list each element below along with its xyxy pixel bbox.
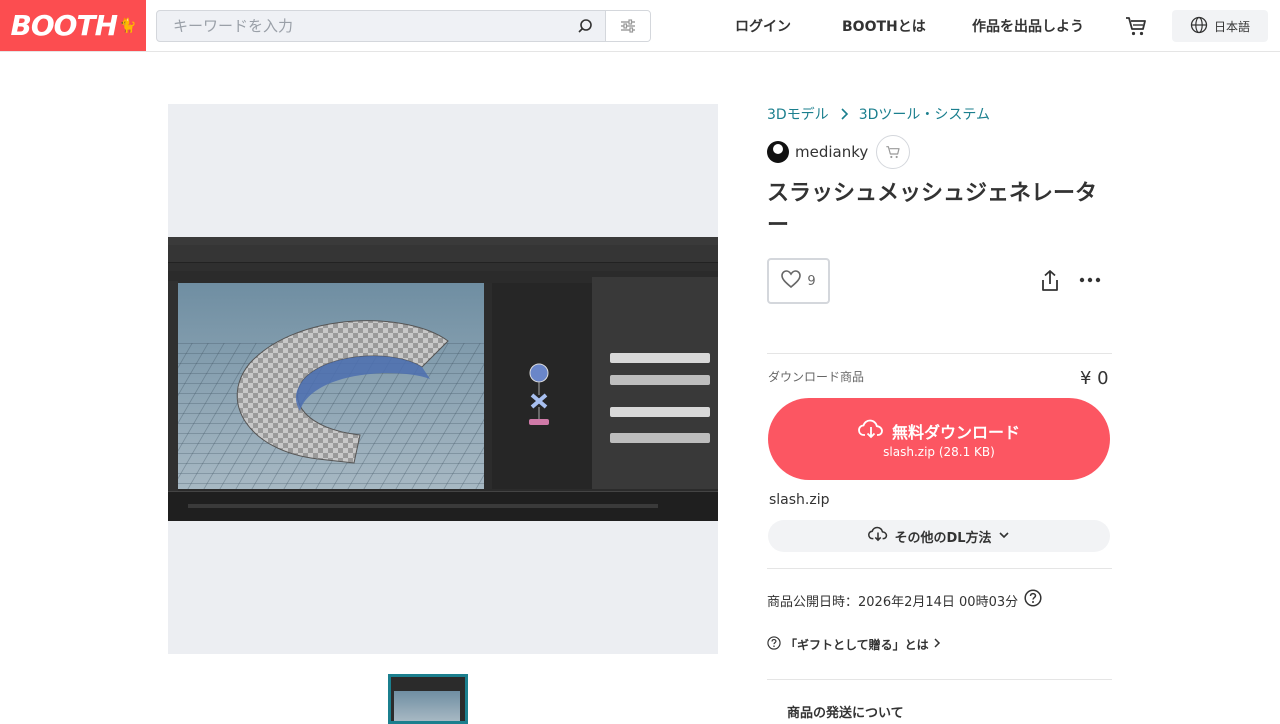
shipping-info-heading[interactable]: 商品の発送について xyxy=(787,702,904,721)
publish-date: 商品公開日時：2026年2月14日 00時03分 xyxy=(767,589,1042,611)
publish-date-text: 商品公開日時：2026年2月14日 00時03分 xyxy=(767,594,1019,610)
like-button[interactable]: 9 xyxy=(767,258,830,304)
booth-logo[interactable]: BOOTH 🐈 xyxy=(0,0,146,51)
cat-icon: 🐈 xyxy=(119,17,136,34)
product-screenshot xyxy=(168,237,718,521)
app-left-tools xyxy=(168,281,178,491)
globe-icon xyxy=(1190,16,1208,37)
cloud-download-icon xyxy=(858,419,884,443)
price: ¥ 0 xyxy=(1080,368,1109,389)
download-button-label: 無料ダウンロード xyxy=(891,423,1020,442)
divider xyxy=(767,679,1112,680)
param-field xyxy=(610,375,710,385)
cart-icon[interactable] xyxy=(1122,12,1150,40)
site-header: BOOTH🐈 ログイン BOOTHとは 作品を出品しよう 日本語 xyxy=(0,0,1280,52)
other-download-label: その他のDL方法 xyxy=(894,530,992,546)
breadcrumb: 3Dモデル 3Dツール・システム xyxy=(767,104,990,124)
about-booth-link[interactable]: BOOTHとは xyxy=(842,0,926,51)
timeline-bar xyxy=(188,504,658,508)
param-field xyxy=(610,407,710,417)
app-subtoolbar xyxy=(168,263,718,271)
divider xyxy=(767,568,1112,569)
shop-avatar[interactable] xyxy=(767,141,789,163)
ring-mesh-shape xyxy=(236,320,449,464)
search-icon[interactable] xyxy=(565,11,605,41)
gift-info-link[interactable]: 「ギフトとして贈る」とは xyxy=(767,634,941,654)
node-graph xyxy=(529,363,549,425)
app-viewport xyxy=(178,283,484,489)
download-file-info: slash.zip (28.1 KB) xyxy=(883,445,995,459)
help-icon[interactable] xyxy=(1024,589,1042,611)
thumbnail-viewport xyxy=(394,691,460,721)
chevron-down-icon xyxy=(998,529,1010,544)
free-download-button[interactable]: 無料ダウンロード slash.zip (28.1 KB) xyxy=(768,398,1110,480)
chevron-right-icon xyxy=(839,108,849,120)
app-node-network xyxy=(492,283,592,489)
app-parameters xyxy=(592,277,718,489)
app-right-tools xyxy=(484,283,492,489)
breadcrumb-item-3d-tools[interactable]: 3Dツール・システム xyxy=(859,104,990,124)
shop-name[interactable]: medianky xyxy=(795,143,868,161)
product-title: スラッシュメッシュジェネレーター xyxy=(767,181,1098,238)
product-thumbnail[interactable] xyxy=(388,674,468,724)
logo-text: BOOTH xyxy=(10,9,118,42)
language-selector[interactable]: 日本語 xyxy=(1172,10,1268,42)
share-icon[interactable] xyxy=(1038,268,1062,294)
param-field xyxy=(610,433,710,443)
sell-link[interactable]: 作品を出品しよう xyxy=(972,0,1084,51)
app-toolbar xyxy=(168,245,718,263)
app-menubar xyxy=(168,237,718,245)
login-link[interactable]: ログイン xyxy=(735,0,791,51)
product-main-image[interactable] xyxy=(168,104,718,654)
more-options-icon[interactable] xyxy=(1078,270,1102,290)
question-circle-icon xyxy=(767,635,781,653)
filter-icon[interactable] xyxy=(605,11,650,41)
shop-cart-icon[interactable] xyxy=(876,135,911,169)
shop-info: medianky xyxy=(767,135,911,169)
param-field xyxy=(610,353,710,363)
other-download-methods-button[interactable]: その他のDL方法 xyxy=(768,520,1110,552)
search-bar xyxy=(156,10,651,42)
download-product-label: ダウンロード商品 xyxy=(768,370,865,384)
breadcrumb-item-3d-model[interactable]: 3Dモデル xyxy=(767,104,829,124)
app-timeline xyxy=(168,491,718,521)
chevron-right-icon xyxy=(933,637,941,651)
search-input[interactable] xyxy=(157,11,565,41)
heart-icon xyxy=(781,270,802,292)
divider xyxy=(767,353,1112,354)
like-count: 9 xyxy=(807,273,816,289)
download-button-main: 無料ダウンロード xyxy=(858,419,1020,443)
file-name: slash.zip xyxy=(769,492,830,508)
cloud-download-icon xyxy=(868,526,888,546)
gift-info-label: 「ギフトとして贈る」とは xyxy=(785,637,929,652)
language-label: 日本語 xyxy=(1213,19,1250,34)
